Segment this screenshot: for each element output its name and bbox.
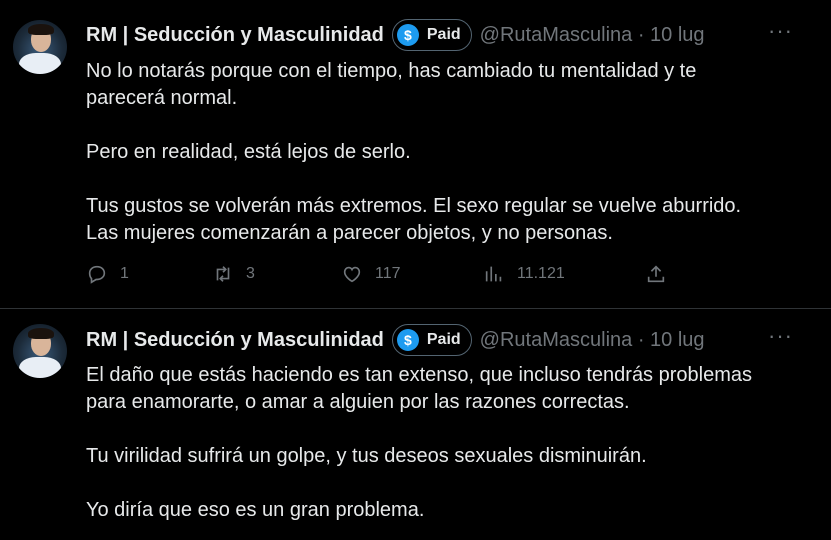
tweet-2[interactable]: RM | Seducción y Masculinidad $ Paid @Ru… [0, 309, 831, 540]
author-name[interactable]: RM | Seducción y Masculinidad [86, 24, 384, 47]
views-icon [485, 266, 502, 282]
reply-count: 1 [120, 265, 129, 282]
author-name[interactable]: RM | Seducción y Masculinidad [86, 329, 384, 352]
reply-button[interactable]: 1 [86, 263, 129, 285]
share-button[interactable] [645, 263, 667, 285]
avatar[interactable] [13, 20, 67, 74]
handle-time[interactable]: @RutaMasculina · 10 lug [480, 329, 705, 352]
tweet-1[interactable]: RM | Seducción y Masculinidad $ Paid @Ru… [0, 0, 831, 309]
views-button[interactable]: 11.121 [483, 263, 565, 285]
more-icon[interactable]: ··· [768, 18, 793, 44]
paid-badge-icon: $ [396, 329, 419, 351]
reply-icon [88, 265, 106, 284]
paid-label: Paid [426, 331, 461, 348]
tweet-text: El daño que estás haciendo es tan extens… [86, 364, 752, 521]
paid-badge[interactable]: $ Paid [391, 324, 472, 356]
tweet-header: RM | Seducción y Masculinidad $ Paid @Ru… [86, 19, 705, 51]
tweet-actions: 1 3 117 11.121 [86, 263, 786, 293]
paid-badge-icon: $ [396, 24, 419, 46]
views-count: 11.121 [517, 265, 565, 282]
avatar[interactable] [13, 324, 67, 378]
retweet-count: 3 [246, 265, 255, 282]
like-count: 117 [375, 265, 401, 282]
retweet-icon [216, 266, 230, 282]
share-icon [647, 265, 665, 283]
like-button[interactable]: 117 [341, 263, 401, 285]
retweet-button[interactable]: 3 [212, 263, 255, 285]
handle-time[interactable]: @RutaMasculina · 10 lug [480, 24, 705, 47]
paid-badge[interactable]: $ Paid [391, 19, 472, 51]
more-icon[interactable]: ··· [768, 323, 793, 349]
tweet-header: RM | Seducción y Masculinidad $ Paid @Ru… [86, 324, 705, 356]
tweet-text: No lo notarás porque con el tiempo, has … [86, 60, 742, 244]
like-icon [343, 266, 361, 283]
paid-label: Paid [426, 26, 461, 43]
